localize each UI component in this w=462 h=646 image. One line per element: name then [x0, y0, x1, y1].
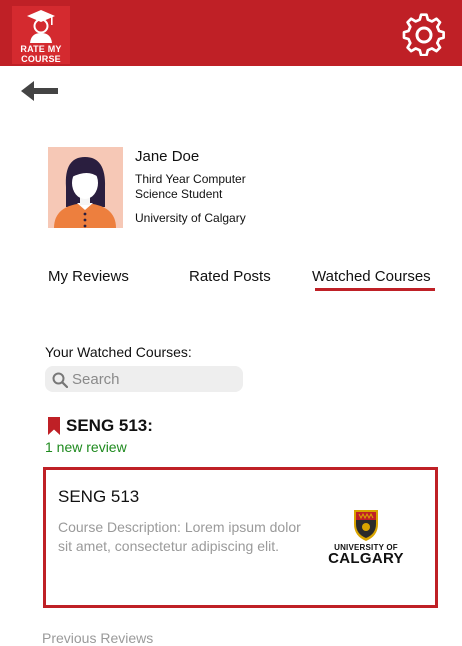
watched-courses-heading: Your Watched Courses: — [45, 344, 192, 360]
new-review-count[interactable]: 1 new review — [45, 439, 127, 455]
course-card[interactable]: SENG 513 Course Description: Lorem ipsum… — [43, 467, 438, 608]
graduate-icon — [27, 10, 55, 43]
search-icon — [52, 372, 68, 388]
logo-text-line2: COURSE — [21, 54, 61, 64]
crest-icon — [354, 510, 378, 541]
search-placeholder: Search — [72, 371, 120, 388]
logo-text-line1: RATE MY — [20, 44, 62, 54]
profile-name: Jane Doe — [135, 148, 200, 165]
bookmark-icon[interactable] — [47, 417, 61, 435]
search-input[interactable]: Search — [45, 366, 243, 392]
profile-school: University of Calgary — [135, 211, 246, 225]
logo-text: RATE MY COURSE — [12, 44, 70, 64]
top-bar: RATE MY COURSE — [0, 0, 462, 66]
university-logo: UNIVERSITY OF CALGARY — [328, 508, 404, 570]
rate-my-course-logo[interactable]: RATE MY COURSE — [12, 6, 70, 64]
course-code: SENG 513: — [66, 416, 153, 435]
previous-reviews-heading: Previous Reviews — [42, 630, 154, 646]
active-tab-indicator — [315, 288, 435, 291]
logo-line2: CALGARY — [328, 550, 404, 567]
user-avatar — [48, 147, 123, 228]
course-card-title: SENG 513 — [58, 487, 140, 506]
profile-role: Third Year Computer Science Student — [135, 172, 246, 201]
tab-my-reviews[interactable]: My Reviews — [48, 268, 129, 285]
tab-rated-posts[interactable]: Rated Posts — [189, 268, 271, 285]
arrow-left-icon[interactable] — [20, 78, 60, 104]
gear-icon[interactable] — [402, 12, 446, 56]
course-description: Course Description: Lorem ipsum dolor si… — [58, 519, 301, 554]
tab-watched-courses[interactable]: Watched Courses — [312, 268, 431, 285]
